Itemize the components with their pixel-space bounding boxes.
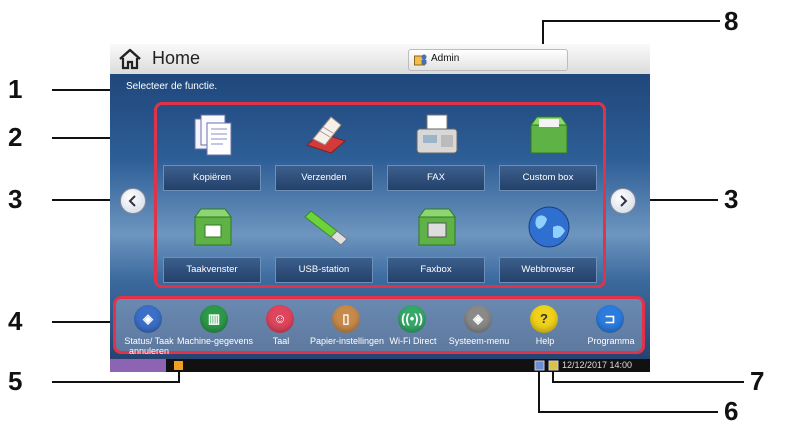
fax-box-icon: [418, 208, 456, 246]
machine-info-icon: ▥: [200, 305, 228, 333]
function-label: Custom box: [499, 165, 597, 191]
message-display: Selecteer de functie.: [126, 81, 218, 92]
callout-1: 1: [8, 74, 23, 104]
status-bar[interactable]: 12/12/2017 14:00: [110, 359, 650, 372]
program-icon: ⊐: [596, 305, 624, 333]
function-label: Webbrowser: [499, 257, 597, 283]
date-time: 12/12/2017 14:00: [562, 360, 633, 370]
function-tile-job-box[interactable]: Taakvenster: [157, 201, 269, 285]
warning-icon: [174, 361, 183, 370]
callout-8-line: [542, 20, 720, 22]
function-tile-custom-box[interactable]: Custom box: [493, 109, 605, 193]
callout-3-left: 3: [8, 184, 23, 214]
callout-3-right-line: [640, 199, 718, 201]
function-label: Kopiëren: [163, 165, 261, 191]
callout-5-line: [52, 381, 180, 383]
task-system-menu[interactable]: ◈ Systeem-menu: [446, 303, 512, 355]
function-panel: Kopiëren Verzenden FAX Custom box Taakve…: [154, 102, 606, 288]
task-bar: ◈ Status/ Taak annuleren ▥ Machine-gegev…: [113, 296, 645, 356]
function-label: Taakvenster: [163, 257, 261, 283]
copy-icon: [194, 114, 232, 156]
task-wifi-direct[interactable]: ((•)) Wi-Fi Direct: [380, 303, 446, 355]
language-icon: ☺: [266, 305, 294, 333]
chevron-right-icon: [620, 195, 628, 207]
callout-6: 6: [724, 396, 739, 426]
function-label: FAX: [387, 165, 485, 191]
system-menu-icon: ◈: [464, 305, 492, 333]
status-icon: ◈: [134, 305, 162, 333]
home-icon[interactable]: [118, 47, 142, 71]
function-tile-send[interactable]: Verzenden: [269, 109, 381, 193]
job-box-icon: [194, 208, 232, 246]
task-program[interactable]: ⊐ Programma: [578, 303, 644, 355]
web-browser-icon: [528, 206, 570, 248]
custom-box-icon: [530, 116, 568, 154]
title-bar: Home Admin: [110, 44, 650, 74]
task-label: Programma: [587, 336, 635, 346]
wifi-direct-icon: ((•)): [398, 305, 426, 333]
callout-3-right: 3: [724, 184, 739, 214]
help-icon: ?: [530, 305, 558, 333]
scroll-right-button[interactable]: [610, 188, 636, 214]
callout-7: 7: [750, 366, 765, 396]
wifi-status-icon: [548, 360, 559, 371]
callout-8: 8: [724, 6, 739, 36]
callout-4-line: [52, 321, 114, 323]
function-label: Verzenden: [275, 165, 373, 191]
task-status-job-cancel[interactable]: ◈ Status/ Taak annuleren: [116, 303, 182, 356]
network-icon: [534, 360, 545, 371]
function-tile-fax[interactable]: FAX: [381, 109, 493, 193]
task-language[interactable]: ☺ Taal: [248, 303, 314, 355]
task-paper-settings[interactable]: ▯ Papier-instellingen: [310, 303, 384, 355]
callout-7-line: [552, 381, 744, 383]
fax-icon: [416, 114, 458, 154]
user-login-icon: [414, 54, 427, 66]
chevron-left-icon: [128, 195, 136, 207]
task-help[interactable]: ? Help: [512, 303, 578, 355]
status-indicator-bar: [110, 359, 166, 372]
touch-panel-screen: Home Admin Selecteer de functie. Kopiëre…: [110, 44, 650, 372]
usb-drive-icon: [304, 210, 348, 246]
callout-4: 4: [8, 306, 23, 336]
function-tile-fax-box[interactable]: Faxbox: [381, 201, 493, 285]
scroll-left-button[interactable]: [120, 188, 146, 214]
page-title: Home: [152, 48, 201, 68]
callout-2: 2: [8, 122, 23, 152]
function-tile-usb-drive[interactable]: USB-station: [269, 201, 381, 285]
login-user-name: Admin: [431, 53, 460, 64]
function-label: Faxbox: [387, 257, 485, 283]
function-label: USB-station: [275, 257, 373, 283]
function-tile-copy[interactable]: Kopiëren: [157, 109, 269, 193]
paper-settings-icon: ▯: [332, 305, 360, 333]
callout-5: 5: [8, 366, 23, 396]
send-icon: [306, 116, 346, 154]
function-tile-web-browser[interactable]: Webbrowser: [493, 201, 605, 285]
login-user-button[interactable]: Admin: [408, 49, 568, 71]
callout-6-line-vertical: [538, 370, 540, 413]
task-machine-info[interactable]: ▥ Machine-gegevens: [177, 303, 253, 355]
callout-6-line: [538, 411, 718, 413]
